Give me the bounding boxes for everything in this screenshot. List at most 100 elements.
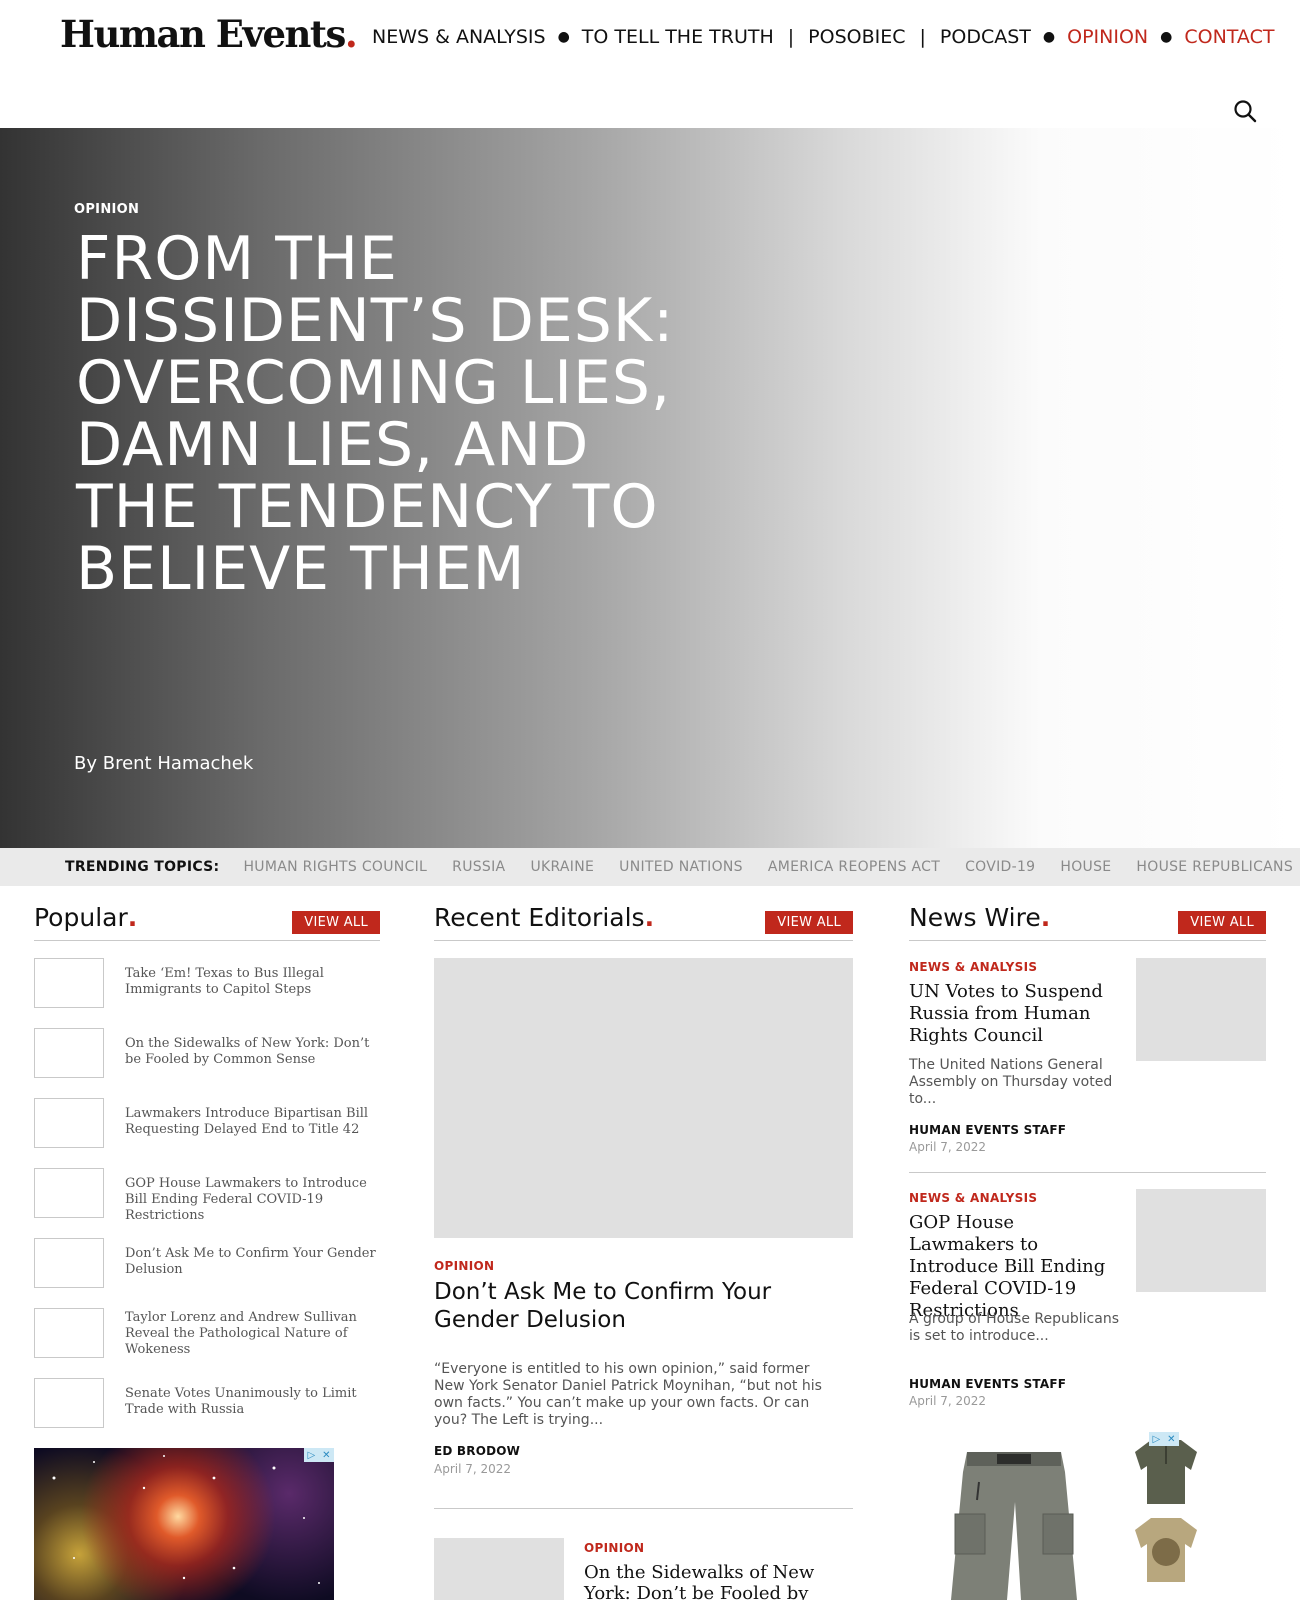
popular-item[interactable]: GOP House Lawmakers to Introduce Bill En… xyxy=(34,1168,380,1223)
popular-item[interactable]: Lawmakers Introduce Bipartisan Bill Requ… xyxy=(34,1098,380,1150)
ad-choices-badge[interactable]: ▷ ✕ xyxy=(304,1448,334,1462)
hero-author[interactable]: By Brent Hamachek xyxy=(74,753,253,774)
editorial-category[interactable]: OPINION xyxy=(434,1259,494,1273)
popular-item[interactable]: Take ‘Em! Texas to Bus Illegal Immigrant… xyxy=(34,958,380,1010)
popular-item[interactable]: Don’t Ask Me to Confirm Your Gender Delu… xyxy=(34,1238,380,1290)
ad-close-icon[interactable]: ✕ xyxy=(1167,1434,1175,1445)
nav-podcast[interactable]: PODCAST xyxy=(940,26,1031,48)
popular-item-title[interactable]: Lawmakers Introduce Bipartisan Bill Requ… xyxy=(125,1106,380,1138)
editorial-category[interactable]: OPINION xyxy=(584,1541,644,1555)
popular-item-title[interactable]: GOP House Lawmakers to Introduce Bill En… xyxy=(125,1176,380,1224)
divider xyxy=(434,1508,853,1509)
nav-posobiec[interactable]: POSOBIEC xyxy=(808,26,905,48)
trending-topic[interactable]: HOUSE xyxy=(1060,859,1111,875)
cargo-pants-image[interactable] xyxy=(939,1442,1089,1600)
divider xyxy=(909,1172,1266,1173)
editorial-thumbnail[interactable] xyxy=(434,1538,564,1600)
newswire-view-all-button[interactable]: VIEW ALL xyxy=(1178,911,1266,934)
ad-choices-badge[interactable]: ▷ ✕ xyxy=(1149,1432,1179,1446)
popular-thumbnail[interactable] xyxy=(34,1168,104,1218)
editorial-date: April 7, 2022 xyxy=(434,1462,512,1476)
popular-item-title[interactable]: Taylor Lorenz and Andrew Sullivan Reveal… xyxy=(125,1310,380,1358)
popular-thumbnail[interactable] xyxy=(34,1098,104,1148)
trending-topic[interactable]: HUMAN RIGHTS COUNCIL xyxy=(243,859,427,875)
newswire-excerpt: A group of House Republicans is set to i… xyxy=(909,1311,1119,1344)
nav-separator: ● xyxy=(557,29,570,45)
popular-item[interactable]: Senate Votes Unanimously to Limit Trade … xyxy=(34,1378,380,1430)
popular-thumbnail[interactable] xyxy=(34,1308,104,1358)
main-nav: NEWS & ANALYSIS ● TO TELL THE TRUTH | PO… xyxy=(372,26,1274,48)
popular-item-title[interactable]: Take ‘Em! Texas to Bus Illegal Immigrant… xyxy=(125,966,380,998)
search-icon[interactable] xyxy=(1233,99,1257,123)
trending-topic[interactable]: UKRAINE xyxy=(530,859,594,875)
popular-thumbnail[interactable] xyxy=(34,1378,104,1428)
newswire-excerpt: The United Nations General Assembly on T… xyxy=(909,1057,1113,1107)
trending-topic[interactable]: AMERICA REOPENS ACT xyxy=(768,859,940,875)
trending-topic[interactable]: UNITED NATIONS xyxy=(619,859,743,875)
title-dot: . xyxy=(1040,903,1051,932)
newswire-category[interactable]: NEWS & ANALYSIS xyxy=(909,1191,1037,1205)
popular-item[interactable]: On the Sidewalks of New York: Don’t be F… xyxy=(34,1028,380,1080)
trending-topic[interactable]: RUSSIA xyxy=(452,859,505,875)
editorials-section-header: Recent Editorials. VIEW ALL xyxy=(434,897,853,941)
logo-dot: . xyxy=(344,12,358,56)
nav-separator: | xyxy=(919,26,926,48)
popular-thumbnail[interactable] xyxy=(34,1028,104,1078)
editorial-headline[interactable]: Don’t Ask Me to Confirm Your Gender Delu… xyxy=(434,1278,834,1334)
hero-title[interactable]: FROM THE DISSIDENT’S DESK: OVERCOMING LI… xyxy=(76,228,676,600)
trending-topic[interactable]: HOUSE REPUBLICANS xyxy=(1136,859,1293,875)
editorial-excerpt: “Everyone is entitled to his own opinion… xyxy=(434,1361,822,1428)
editorial-author[interactable]: ED BRODOW xyxy=(434,1444,520,1458)
editorials-title: Recent Editorials. xyxy=(434,903,654,932)
hero-feature[interactable]: OPINION FROM THE DISSIDENT’S DESK: OVERC… xyxy=(0,128,1300,848)
editorials-title-text: Recent Editorials xyxy=(434,903,645,932)
advertisement-apparel[interactable]: ▷ ✕ xyxy=(909,1432,1209,1600)
editorials-view-all-button[interactable]: VIEW ALL xyxy=(765,911,853,934)
newswire-author[interactable]: HUMAN EVENTS STAFF xyxy=(909,1377,1066,1391)
newswire-title-text: News Wire xyxy=(909,903,1041,932)
popular-view-all-button[interactable]: VIEW ALL xyxy=(292,911,380,934)
newswire-date: April 7, 2022 xyxy=(909,1140,987,1154)
popular-item-title[interactable]: Don’t Ask Me to Confirm Your Gender Delu… xyxy=(125,1246,380,1278)
newswire-author[interactable]: HUMAN EVENTS STAFF xyxy=(909,1123,1066,1137)
popular-item-title[interactable]: On the Sidewalks of New York: Don’t be F… xyxy=(125,1036,380,1068)
newswire-headline[interactable]: GOP House Lawmakers to Introduce Bill En… xyxy=(909,1212,1119,1322)
newswire-thumbnail[interactable] xyxy=(1136,1189,1266,1292)
newswire-category[interactable]: NEWS & ANALYSIS xyxy=(909,960,1037,974)
nebula-stars xyxy=(52,1455,320,1584)
nav-separator: | xyxy=(787,26,795,48)
newswire-headline[interactable]: UN Votes to Suspend Russia from Human Ri… xyxy=(909,981,1119,1047)
title-dot: . xyxy=(127,903,138,932)
ad-info-icon[interactable]: ▷ xyxy=(1152,1434,1160,1445)
nav-opinion[interactable]: OPINION xyxy=(1067,26,1148,48)
newswire-title: News Wire. xyxy=(909,903,1050,932)
newswire-section-header: News Wire. VIEW ALL xyxy=(909,897,1266,941)
ad-info-icon[interactable]: ▷ xyxy=(307,1450,315,1461)
nav-contact[interactable]: CONTACT xyxy=(1184,26,1274,48)
nav-news-analysis[interactable]: NEWS & ANALYSIS xyxy=(372,26,546,48)
logo-text: Human Events xyxy=(60,12,346,56)
trending-topics-bar: TRENDING TOPICS: HUMAN RIGHTS COUNCIL RU… xyxy=(0,848,1300,886)
trending-label: TRENDING TOPICS: xyxy=(65,859,220,875)
newswire-thumbnail[interactable] xyxy=(1136,958,1266,1061)
editorial-headline[interactable]: On the Sidewalks of New York: Don’t be F… xyxy=(584,1562,844,1600)
printed-shirt-image[interactable] xyxy=(1131,1512,1201,1584)
site-logo[interactable]: Human Events. xyxy=(60,12,358,56)
title-dot: . xyxy=(644,903,655,932)
popular-item[interactable]: Taylor Lorenz and Andrew Sullivan Reveal… xyxy=(34,1308,380,1360)
popular-thumbnail[interactable] xyxy=(34,958,104,1008)
newswire-date: April 7, 2022 xyxy=(909,1394,987,1408)
popular-item-title[interactable]: Senate Votes Unanimously to Limit Trade … xyxy=(125,1386,380,1418)
popular-title-text: Popular xyxy=(34,903,128,932)
trending-topic[interactable]: COVID-19 xyxy=(965,859,1035,875)
nav-separator: ● xyxy=(1160,29,1173,45)
editorial-lead-image[interactable] xyxy=(434,958,853,1238)
ad-close-icon[interactable]: ✕ xyxy=(322,1450,330,1461)
popular-section-header: Popular. VIEW ALL xyxy=(34,897,380,941)
nav-separator: ● xyxy=(1042,29,1056,45)
advertisement-nebula[interactable]: ▷ ✕ xyxy=(34,1448,334,1600)
hero-category[interactable]: OPINION xyxy=(74,202,139,217)
popular-thumbnail[interactable] xyxy=(34,1238,104,1288)
popular-title: Popular. xyxy=(34,903,137,932)
nav-to-tell-the-truth[interactable]: TO TELL THE TRUTH xyxy=(582,26,774,48)
